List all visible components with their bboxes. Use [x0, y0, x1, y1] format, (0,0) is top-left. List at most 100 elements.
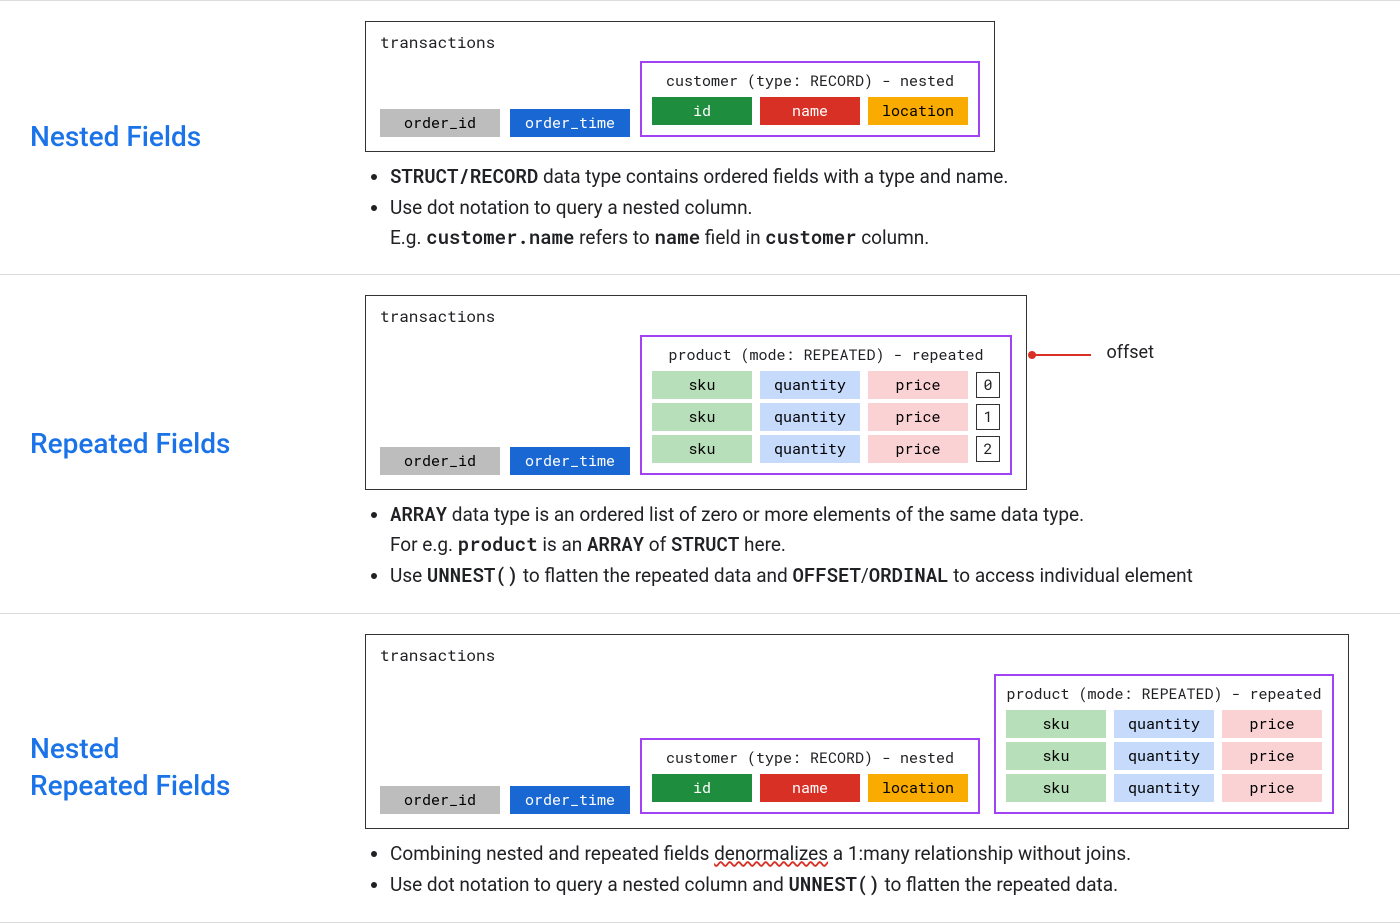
field-cell: quantity: [760, 371, 860, 399]
field-cell: name: [760, 97, 860, 125]
section-body: transactions order_id order_time customer (…: [310, 634, 1400, 902]
field-cell: price: [868, 403, 968, 431]
text-span: to flatten the repeated data.: [880, 873, 1118, 896]
text-span: of: [644, 533, 671, 556]
nested-group: product (mode: REPEATED) - repeatedskuqu…: [994, 674, 1334, 814]
section-body: transactionsorder_idorder_timeproduct (m…: [310, 295, 1400, 592]
field-cell: price: [868, 435, 968, 463]
nested-group-label: customer (type: RECORD) - nested: [652, 748, 968, 768]
text-span: column.: [857, 226, 930, 249]
field-cell: id: [652, 97, 752, 125]
code-span: customer.name: [426, 225, 574, 250]
nested-group-label: product (mode: REPEATED) - repeated: [652, 345, 1000, 365]
text-span: to access individual element: [949, 564, 1193, 587]
code-span: ORDINAL: [869, 563, 949, 588]
nested-group-label: customer (type: RECORD) - nested: [652, 71, 968, 91]
schema-diagram: transactions order_id order_time customer (…: [365, 634, 1349, 829]
nested-row: idname location: [652, 774, 968, 802]
field-cell: sku: [652, 371, 752, 399]
bullet-list: ARRAY data type is an ordered list of ze…: [310, 500, 1370, 590]
nested-row: skuquantityprice: [1006, 742, 1322, 770]
field-cell: quantity: [1114, 710, 1214, 738]
code-span: STRUCT/RECORD: [390, 164, 538, 189]
section: Nested Fieldstransactionsorder_idorder_t…: [0, 0, 1400, 275]
code-span: ARRAY: [587, 532, 644, 557]
text-span: here.: [739, 533, 786, 556]
field-cell: order_time: [510, 109, 630, 137]
section: Nested Repeated Fieldstransactionsorder_…: [0, 613, 1400, 923]
nested-groups: customer (type: RECORD) - nested idnamelo…: [640, 674, 1334, 814]
section-title: Nested Fields: [0, 21, 310, 254]
field-cell: sku: [1006, 774, 1106, 802]
field-cell: quantity: [1114, 774, 1214, 802]
text-span: denormalizes: [714, 842, 828, 865]
field-cell: location: [868, 97, 968, 125]
table-name: transactions: [380, 645, 1334, 666]
field-cell: price: [1222, 710, 1322, 738]
text-span: /: [861, 564, 869, 587]
text-span: E.g.: [390, 226, 426, 249]
field-cell: location: [868, 774, 968, 802]
offset-annotation: offset: [1106, 342, 1154, 363]
bullet-item: Use UNNEST() to flatten the repeated dat…: [390, 561, 1370, 590]
bullet-item: Use dot notation to query a nested colum…: [390, 870, 1370, 899]
field-cell: quantity: [1114, 742, 1214, 770]
code-span: STRUCT: [671, 532, 739, 557]
schema-diagram: transactionsorder_idorder_timecustomer (…: [365, 21, 995, 152]
nested-row: sku quantity price: [1006, 710, 1322, 738]
text-span: refers to: [574, 226, 654, 249]
code-span: name: [654, 225, 700, 250]
bullet-item: Combining nested and repeated fields den…: [390, 839, 1370, 868]
text-span: to flatten the repeated data and: [518, 564, 792, 587]
nested-row: sku quantity price 2: [652, 435, 1000, 463]
nested-row: idname location: [652, 97, 968, 125]
code-span: UNNEST(): [789, 872, 880, 897]
field-cell: sku: [1006, 742, 1106, 770]
field-cell: price: [868, 371, 968, 399]
field-cell: sku: [652, 435, 752, 463]
field-cell: order_id: [380, 786, 500, 814]
code-span: OFFSET: [792, 563, 860, 588]
text-span: is an: [538, 533, 587, 556]
field-cell: order_time: [510, 786, 630, 814]
text-span: For e.g.: [390, 533, 458, 556]
field-cell: sku: [652, 403, 752, 431]
offset-index: 0: [976, 372, 1000, 398]
field-row: order_idorder_timecustomer (type: RECORD…: [380, 61, 980, 137]
nested-row: sku quantity price 0: [652, 371, 1000, 399]
field-row: order_id order_time product (mode: REPEATE…: [380, 335, 1012, 475]
field-cell: name: [760, 774, 860, 802]
annotation-line: [1031, 354, 1091, 356]
code-span: UNNEST(): [427, 563, 518, 588]
field-cell: order_time: [510, 447, 630, 475]
text-span: data type is an ordered list of zero or …: [447, 503, 1084, 526]
text-span: Use dot notation to query a nested colum…: [390, 196, 753, 219]
text-span: data type contains ordered fields with a…: [538, 165, 1008, 188]
code-span: ARRAY: [390, 502, 447, 527]
bullet-list: STRUCT/RECORD data type contains ordered…: [310, 162, 1370, 252]
bullet-item: STRUCT/RECORD data type contains ordered…: [390, 162, 1370, 191]
bullet-list: Combining nested and repeated fields den…: [310, 839, 1370, 900]
nested-group: customer (type: RECORD) - nested idnamelo…: [640, 61, 980, 137]
field-cell: order_id: [380, 447, 500, 475]
text-span: a 1:many relationship without joins.: [828, 842, 1131, 865]
nested-group: product (mode: REPEATED) - repeatedskuqu…: [640, 335, 1012, 475]
nested-row: sku quantity price: [1006, 774, 1322, 802]
nested-group: customer (type: RECORD) - nested idnamelo…: [640, 738, 980, 814]
offset-index: 1: [976, 404, 1000, 430]
offset-index: 2: [976, 436, 1000, 462]
field-cell: id: [652, 774, 752, 802]
nested-group-label: product (mode: REPEATED) - repeated: [1006, 684, 1322, 704]
field-row: order_id order_time customer (type: RECORD…: [380, 674, 1334, 814]
code-span: product: [458, 532, 538, 557]
bullet-item: ARRAY data type is an ordered list of ze…: [390, 500, 1370, 559]
field-cell: quantity: [760, 435, 860, 463]
code-span: customer: [765, 225, 856, 250]
text-span: Combining nested and repeated fields: [390, 842, 714, 865]
field-cell: quantity: [760, 403, 860, 431]
bullet-item: Use dot notation to query a nested colum…: [390, 193, 1370, 252]
field-cell: price: [1222, 774, 1322, 802]
nested-groups: product (mode: REPEATED) - repeatedskuqu…: [640, 335, 1012, 475]
section-body: transactionsorder_idorder_timecustomer (…: [310, 21, 1400, 254]
field-cell: sku: [1006, 710, 1106, 738]
